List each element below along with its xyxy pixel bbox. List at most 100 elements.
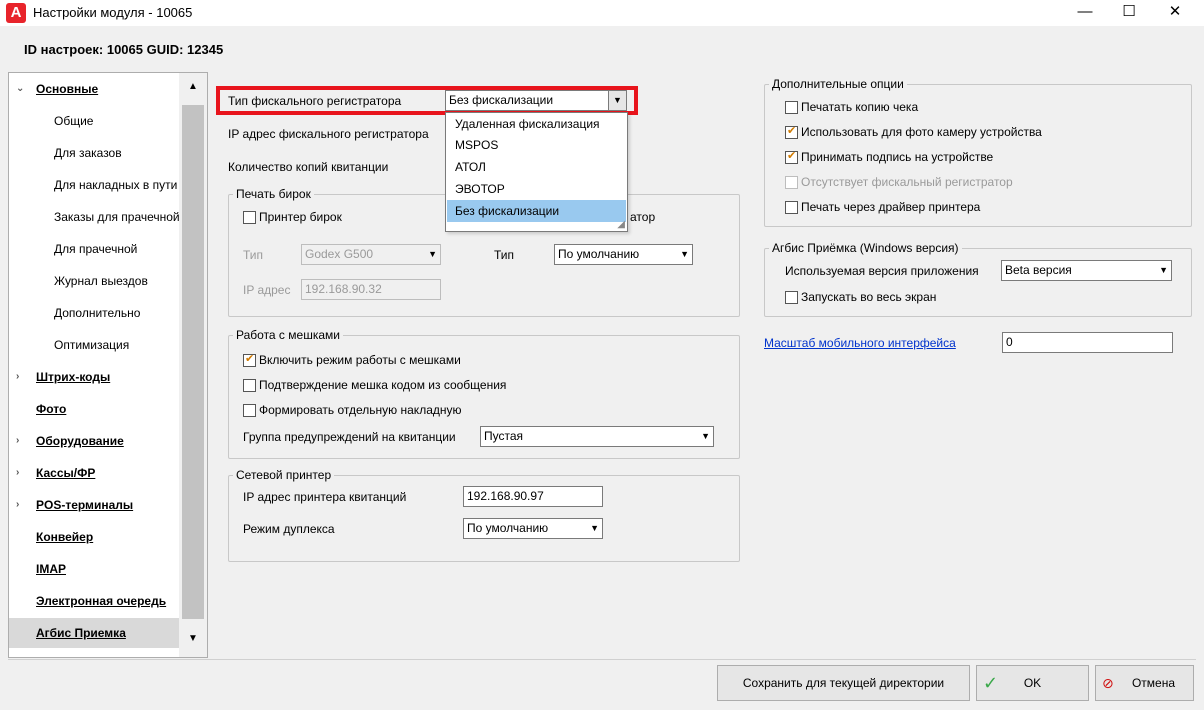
tree-item-label: Для заказов <box>54 146 122 160</box>
app-version-select[interactable]: Beta версия ▼ <box>1001 260 1172 281</box>
chevron-right-icon[interactable]: › <box>16 458 19 488</box>
tree-item-transit[interactable]: Для накладных в пути <box>9 170 179 200</box>
tree-item-label: Конвейер <box>36 530 94 544</box>
mobile-scale-link[interactable]: Масштаб мобильного интерфейса <box>764 336 956 350</box>
resize-grip-icon[interactable]: ◢ <box>617 220 625 230</box>
dropdown-option[interactable]: Удаленная фискализация <box>447 113 626 135</box>
tree-item-label: Фото <box>36 402 67 416</box>
dropdown-option[interactable]: MSPOS <box>447 134 626 156</box>
dropdown-option-selected[interactable]: Без фискализации <box>447 200 626 222</box>
tree-item-conveyor[interactable]: Конвейер <box>9 522 179 552</box>
chevron-right-icon[interactable]: › <box>16 490 19 520</box>
ok-button[interactable]: ✓ OK <box>976 665 1089 701</box>
tree-item-agbis-intake[interactable]: Агбис Приемка <box>9 618 179 648</box>
scroll-up-icon[interactable]: ▲ <box>179 81 207 92</box>
tree-item-laundry-orders[interactable]: Заказы для прачечной <box>9 202 179 232</box>
warn-group-select[interactable]: Пустая ▼ <box>480 426 714 447</box>
tag-ip-input[interactable]: 192.168.90.32 <box>301 279 441 300</box>
accept-signature-label: Принимать подпись на устройстве <box>801 150 994 164</box>
tree-item-orders[interactable]: Для заказов <box>9 138 179 168</box>
tree-item-label: Дополнительно <box>54 306 141 320</box>
use-camera-label: Использовать для фото камеру устройства <box>801 125 1042 139</box>
accept-signature-checkbox[interactable] <box>785 149 798 164</box>
chevron-down-icon[interactable]: ▼ <box>590 519 599 538</box>
tree-item-label: Журнал выездов <box>54 274 148 288</box>
extra-options-title: Дополнительные опции <box>769 77 907 91</box>
dropdown-option[interactable]: АТОЛ <box>447 156 626 178</box>
mobile-scale-input[interactable]: 0 <box>1002 332 1173 353</box>
chevron-down-icon[interactable]: ▼ <box>1159 261 1168 280</box>
chevron-right-icon[interactable]: › <box>16 426 19 456</box>
net-printer-ip-label: IP адрес принтера квитанций <box>243 490 407 504</box>
bags-separate-checkbox[interactable] <box>243 404 256 417</box>
close-button[interactable]: ✕ <box>1152 0 1198 26</box>
settings-id-header: ID настроек: 10065 GUID: 12345 <box>24 42 224 57</box>
window-title: Настройки модуля - 10065 <box>33 5 193 20</box>
net-printer-ip-input[interactable]: 192.168.90.97 <box>463 486 603 507</box>
chevron-down-icon[interactable]: ⌄ <box>16 74 24 104</box>
warn-group-value: Пустая <box>484 429 524 443</box>
tag-type-label: Тип <box>243 248 264 262</box>
use-camera-checkbox[interactable] <box>785 124 798 139</box>
duplex-label: Режим дуплекса <box>243 522 335 536</box>
agbis-group <box>764 248 1192 317</box>
tree-item-label: Для прачечной <box>54 242 138 256</box>
print-copy-checkbox[interactable] <box>785 101 798 114</box>
tree-item-label: Агбис Приемка <box>36 626 126 640</box>
settings-tree: ⌄ Основные Общие Для заказов Для накладн… <box>8 72 208 658</box>
tree-item-barcodes[interactable]: › Штрих-коды <box>9 362 179 392</box>
print-driver-checkbox[interactable] <box>785 201 798 214</box>
dropdown-option[interactable]: ЭВОТОР <box>447 178 626 200</box>
bottom-divider <box>8 659 1196 660</box>
tag-ip-label: IP адрес <box>243 283 291 297</box>
bags-enable-checkbox[interactable] <box>243 352 256 367</box>
chevron-down-icon[interactable]: ▼ <box>428 245 437 264</box>
tree-item-label: Заказы для прачечной <box>54 210 179 224</box>
cancel-button[interactable]: ⊘ Отмена <box>1095 665 1194 701</box>
tree-item-label: Штрих-коды <box>36 370 111 384</box>
tag-type-select[interactable]: Godex G500 ▼ <box>301 244 441 265</box>
tree-item-label: IMAP <box>36 562 66 576</box>
minimize-button[interactable]: — <box>1062 0 1108 26</box>
no-fiscal-checkbox[interactable] <box>785 176 798 189</box>
tree-item-label: Основные <box>36 82 99 96</box>
fullscreen-checkbox[interactable] <box>785 291 798 304</box>
cancel-label: Отмена <box>1131 676 1176 690</box>
tree-item-general[interactable]: Общие <box>9 106 179 136</box>
bags-enable-label: Включить режим работы с мешками <box>259 353 461 367</box>
highlight-frame <box>216 86 638 115</box>
tree-item-laundry[interactable]: Для прачечной <box>9 234 179 264</box>
scroll-down-icon[interactable]: ▼ <box>179 633 207 644</box>
tree-item-trips[interactable]: Журнал выездов <box>9 266 179 296</box>
save-directory-button[interactable]: Сохранить для текущей директории <box>717 665 970 701</box>
tree-item-main[interactable]: ⌄ Основные <box>9 74 179 104</box>
ok-label: OK <box>1023 676 1042 690</box>
chevron-right-icon[interactable]: › <box>16 362 19 392</box>
tree-item-cash-registers[interactable]: › Кассы/ФР <box>9 458 179 488</box>
tag-type2-select[interactable]: По умолчанию ▼ <box>554 244 693 265</box>
chevron-down-icon[interactable]: ▼ <box>680 245 689 264</box>
tree-item-equipment[interactable]: › Оборудование <box>9 426 179 456</box>
tree-item-pos-terminals[interactable]: › POS-терминалы <box>9 490 179 520</box>
no-fiscal-label: Отсутствует фискальный регистратор <box>801 175 1013 189</box>
tag-type2-value: По умолчанию <box>558 247 640 261</box>
fullscreen-label: Запускать во весь экран <box>801 290 937 304</box>
chevron-down-icon[interactable]: ▼ <box>701 427 710 446</box>
duplex-select[interactable]: По умолчанию ▼ <box>463 518 603 539</box>
tag-type2-label: Тип <box>494 248 515 262</box>
app-version-label: Используемая версия приложения <box>785 264 979 278</box>
tag-printer-checkbox[interactable] <box>243 211 256 224</box>
tree-item-photo[interactable]: Фото <box>9 394 179 424</box>
tree-item-label: Электронная очередь <box>36 594 167 608</box>
tree-item-imap[interactable]: IMAP <box>9 554 179 584</box>
tree-item-extra[interactable]: Дополнительно <box>9 298 179 328</box>
tree-scroll-thumb[interactable] <box>182 105 204 619</box>
maximize-button[interactable]: ☐ <box>1106 0 1152 26</box>
tag-printer-label: Принтер бирок <box>259 210 342 224</box>
bags-confirm-checkbox[interactable] <box>243 379 256 392</box>
duplex-value: По умолчанию <box>467 521 549 535</box>
app-version-value: Beta версия <box>1005 263 1072 277</box>
tree-item-optimization[interactable]: Оптимизация <box>9 330 179 360</box>
tree-item-label: Общие <box>54 114 94 128</box>
tree-item-queue[interactable]: Электронная очередь <box>9 586 179 616</box>
